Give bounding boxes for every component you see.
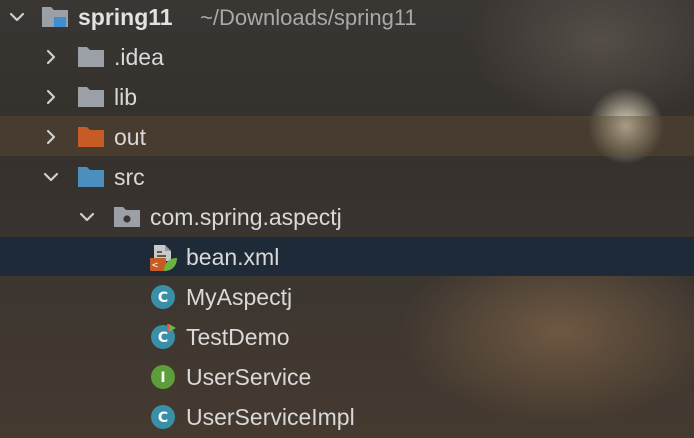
tree-row-project[interactable]: spring11 ~/Downloads/spring11	[0, 0, 694, 37]
class-icon: C	[148, 404, 178, 430]
tree-row-lib[interactable]: lib	[0, 77, 694, 117]
tree-row-testdemo[interactable]: C TestDemo	[0, 317, 694, 357]
excluded-folder-icon	[76, 124, 106, 150]
interface-icon: I	[148, 364, 178, 390]
tree-item-label: src	[114, 164, 145, 190]
tree-item-label: com.spring.aspectj	[150, 204, 342, 230]
chevron-right-icon[interactable]	[40, 46, 62, 68]
tree-item-label: .idea	[114, 44, 164, 70]
svg-text:C: C	[158, 410, 168, 426]
project-folder-icon	[40, 4, 70, 30]
chevron-down-icon[interactable]	[6, 6, 28, 28]
chevron-down-icon[interactable]	[40, 166, 62, 188]
svg-text:C: C	[158, 330, 168, 346]
project-name: spring11	[78, 4, 173, 30]
chevron-right-icon[interactable]	[40, 126, 62, 148]
tree-row-idea[interactable]: .idea	[0, 37, 694, 77]
tree-item-label: UserServiceImpl	[186, 404, 355, 430]
source-folder-icon	[76, 164, 106, 190]
tree-row-package[interactable]: com.spring.aspectj	[0, 197, 694, 237]
tree-row-out[interactable]: out	[0, 117, 694, 157]
spring-xml-icon: <	[148, 243, 178, 273]
tree-item-label: lib	[114, 84, 138, 110]
chevron-down-icon[interactable]	[76, 206, 98, 228]
tree-item-label: bean.xml	[186, 244, 280, 270]
folder-icon	[76, 44, 106, 70]
tree-row-userserviceimpl[interactable]: C UserServiceImpl	[0, 397, 694, 437]
class-icon: C	[148, 284, 178, 310]
folder-icon	[76, 84, 106, 110]
tree-row-userservice[interactable]: I UserService	[0, 357, 694, 397]
project-tree-panel: spring11 ~/Downloads/spring11 .idea lib …	[0, 0, 694, 438]
tree-item-label: out	[114, 124, 146, 150]
svg-text:<: <	[152, 260, 158, 271]
runnable-class-icon: C	[148, 324, 178, 350]
tree-row-src[interactable]: src	[0, 157, 694, 197]
tree-row-bean-xml[interactable]: < bean.xml	[0, 237, 694, 277]
svg-text:I: I	[160, 370, 165, 386]
chevron-right-icon[interactable]	[40, 86, 62, 108]
project-path: ~/Downloads/spring11	[200, 5, 417, 30]
tree-row-myaspectj[interactable]: C MyAspectj	[0, 277, 694, 317]
tree-item-label: UserService	[186, 364, 312, 390]
tree-item-label: TestDemo	[186, 324, 290, 350]
svg-text:C: C	[158, 290, 168, 306]
package-icon	[112, 204, 142, 230]
tree-item-label: MyAspectj	[186, 284, 293, 310]
